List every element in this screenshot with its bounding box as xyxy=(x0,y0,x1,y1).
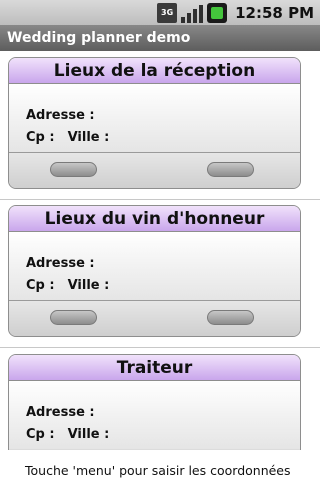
card-vin-honneur: Lieux du vin d'honneur Adresse : Cp : Vil… xyxy=(8,205,301,337)
app-title: Wedding planner demo xyxy=(7,30,191,46)
network-3g-icon: 3G xyxy=(157,2,178,23)
card-footer xyxy=(9,152,300,188)
card-body: Adresse : Cp : Ville : xyxy=(9,84,300,152)
address-label: Adresse : xyxy=(26,256,95,271)
card-title: Traiteur xyxy=(9,355,300,381)
card-action-button-left[interactable] xyxy=(50,310,97,325)
card-title: Lieux du vin d'honneur xyxy=(9,206,300,232)
card-traiteur: Traiteur Adresse : Cp : Ville : xyxy=(8,354,301,450)
card-action-button-left[interactable] xyxy=(50,162,97,177)
city-label: Ville : xyxy=(67,427,110,442)
status-bar: 3G 12:58 PM xyxy=(0,0,320,25)
city-label: Ville : xyxy=(67,278,110,293)
menu-hint-text: Touche 'menu' pour saisir les coordonnée… xyxy=(25,463,291,478)
cp-city-line: Cp : Ville : xyxy=(26,127,300,149)
city-label: Ville : xyxy=(67,130,110,145)
card-reception: Lieux de la réception Adresse : Cp : Vill… xyxy=(8,57,301,189)
battery-icon xyxy=(207,2,228,23)
status-clock: 12:58 PM xyxy=(235,3,314,22)
address-label: Adresse : xyxy=(26,405,95,420)
card-action-button-right[interactable] xyxy=(207,162,254,177)
card-body: Adresse : Cp : Ville : xyxy=(9,381,300,449)
app-title-bar: Wedding planner demo xyxy=(0,25,320,51)
divider xyxy=(0,347,320,348)
card-body: Adresse : Cp : Ville : xyxy=(9,232,300,300)
card-title: Lieux de la réception xyxy=(9,58,300,84)
address-label: Adresse : xyxy=(26,108,95,123)
cp-city-line: Cp : Ville : xyxy=(26,275,300,297)
cp-label: Cp : xyxy=(26,130,55,145)
card-action-button-right[interactable] xyxy=(207,310,254,325)
divider xyxy=(0,199,320,200)
cp-label: Cp : xyxy=(26,427,55,442)
signal-strength-icon xyxy=(181,3,204,23)
cp-label: Cp : xyxy=(26,278,55,293)
card-footer xyxy=(9,300,300,336)
cp-city-line: Cp : Ville : xyxy=(26,424,300,446)
